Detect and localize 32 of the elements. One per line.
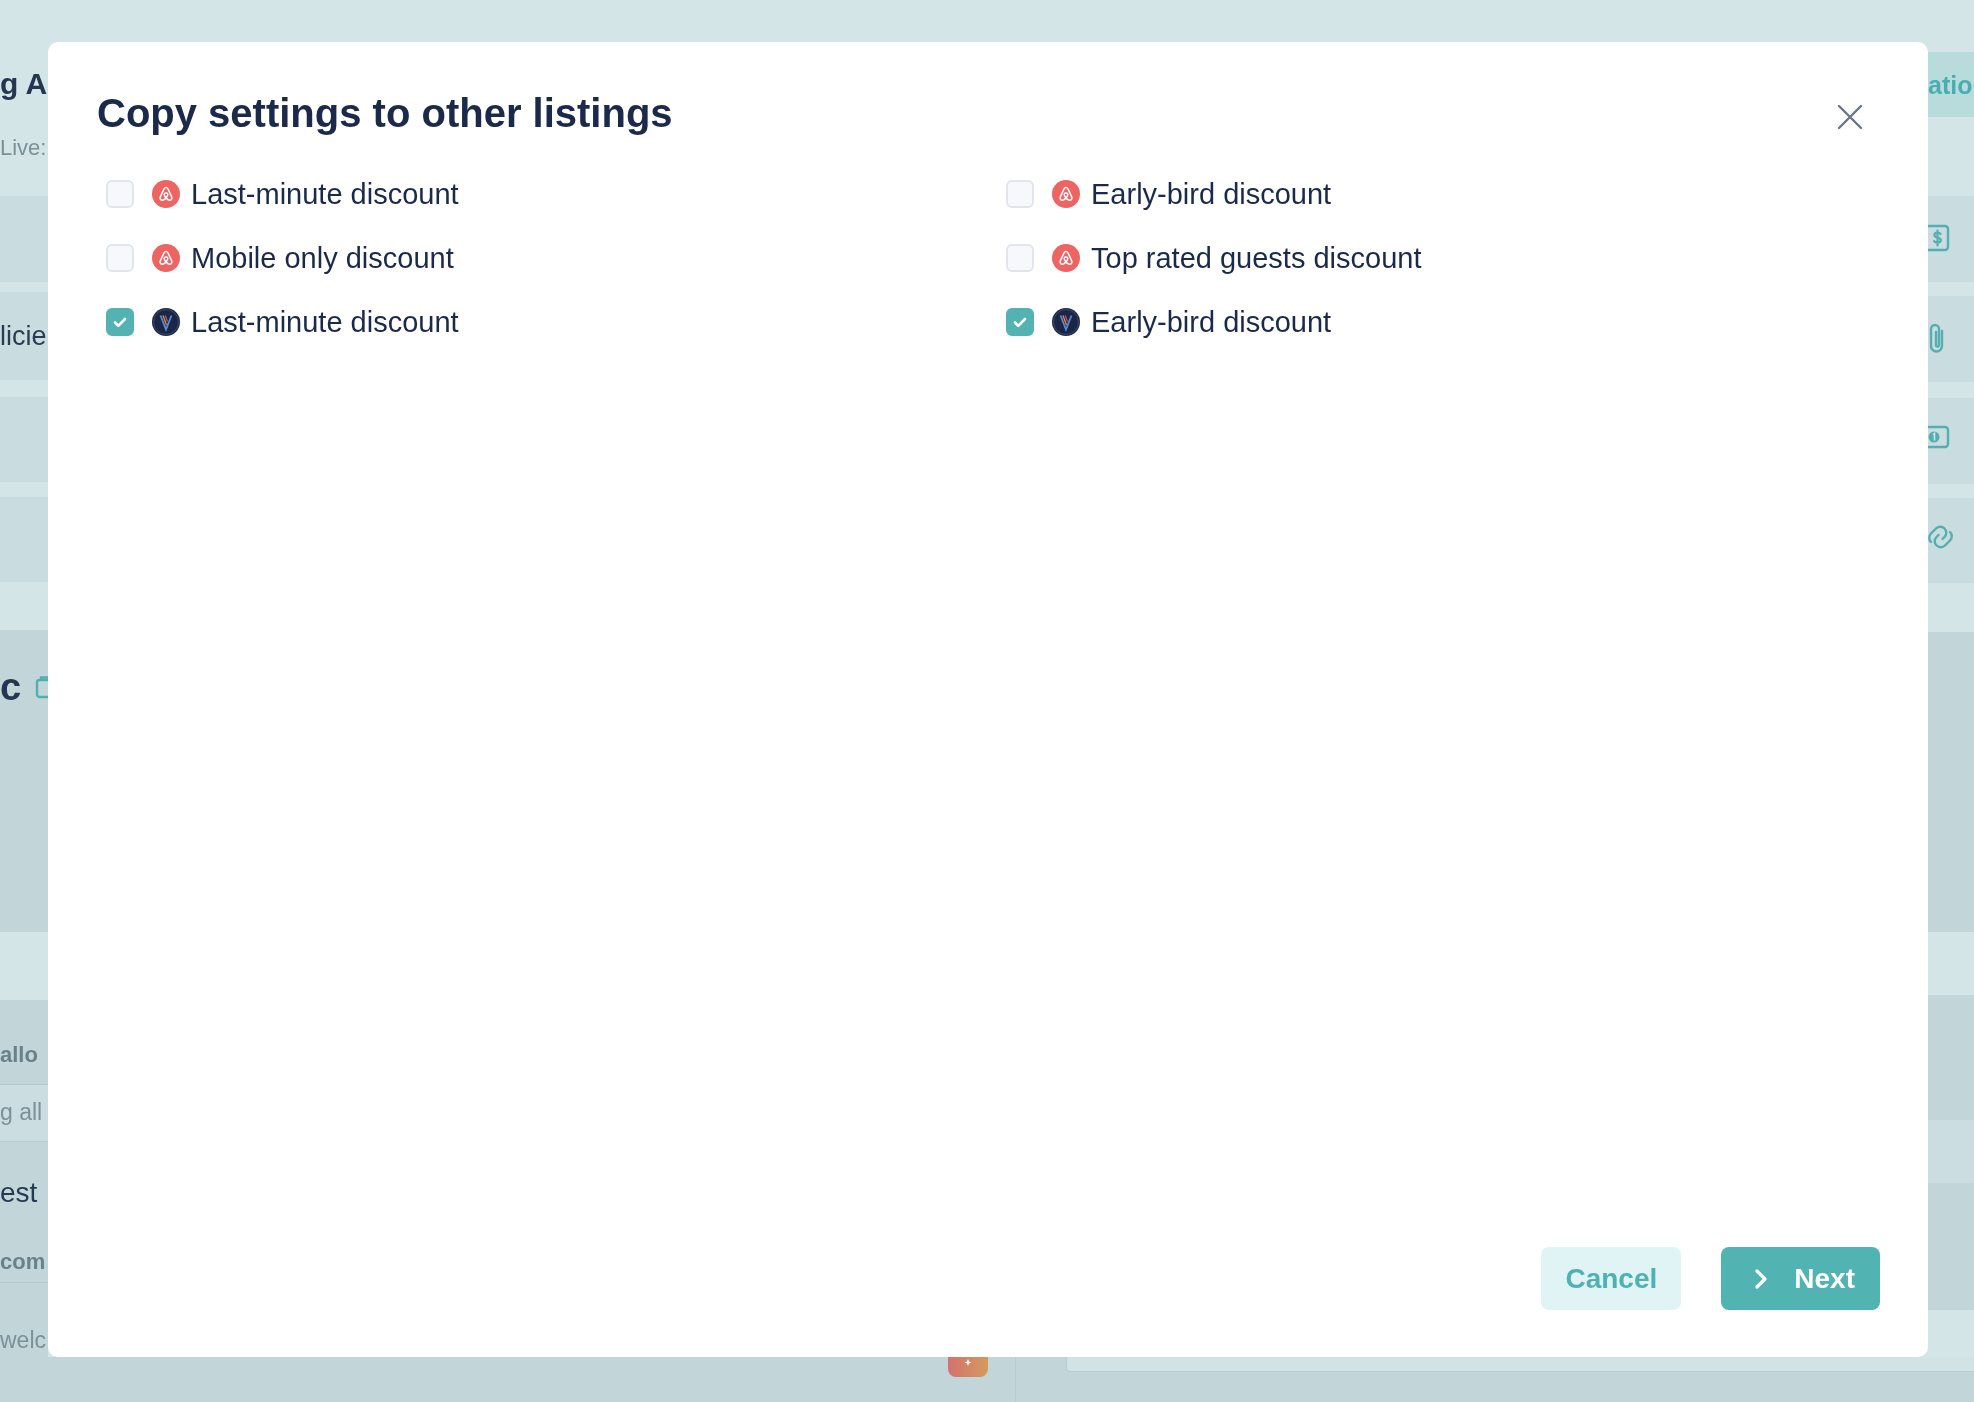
field-label: allo <box>0 1041 38 1069</box>
section-label: licie <box>0 320 47 352</box>
loop-logo-icon <box>1052 244 1080 272</box>
next-button[interactable]: Next <box>1721 1247 1880 1310</box>
option-label: Early-bird discount <box>1091 177 1332 211</box>
field-value: welc <box>0 1326 46 1354</box>
close-icon <box>1836 103 1864 131</box>
tab-label: atio <box>1928 70 1973 100</box>
table-row <box>1928 1120 1974 1183</box>
copy-icon <box>35 675 48 699</box>
page-title: g A <box>0 66 48 102</box>
loop-logo-icon <box>152 244 180 272</box>
dollar-bill-icon <box>1928 224 1950 252</box>
option-label: Last-minute discount <box>191 305 459 339</box>
loop-logo-icon <box>152 180 180 208</box>
option-label: Mobile only discount <box>191 241 454 275</box>
dialog-title: Copy settings to other listings <box>97 90 673 137</box>
checkbox[interactable] <box>1006 308 1034 336</box>
cancel-button[interactable]: Cancel <box>1541 1247 1682 1310</box>
option-label: Early-bird discount <box>1091 305 1332 339</box>
chevron-right-icon <box>1753 1267 1770 1290</box>
field-label: com <box>0 1248 46 1276</box>
option-label: Top rated guests discount <box>1091 241 1422 275</box>
row-text: est <box>0 1176 38 1210</box>
status-text: Live: <box>0 135 47 161</box>
section-heading: c <box>0 665 22 709</box>
checkbox[interactable] <box>106 308 134 336</box>
v-logo-icon <box>1052 308 1080 336</box>
option-label: Last-minute discount <box>191 177 459 211</box>
loop-logo-icon <box>1052 180 1080 208</box>
field-value: g all <box>0 1098 43 1126</box>
v-logo-icon <box>152 308 180 336</box>
